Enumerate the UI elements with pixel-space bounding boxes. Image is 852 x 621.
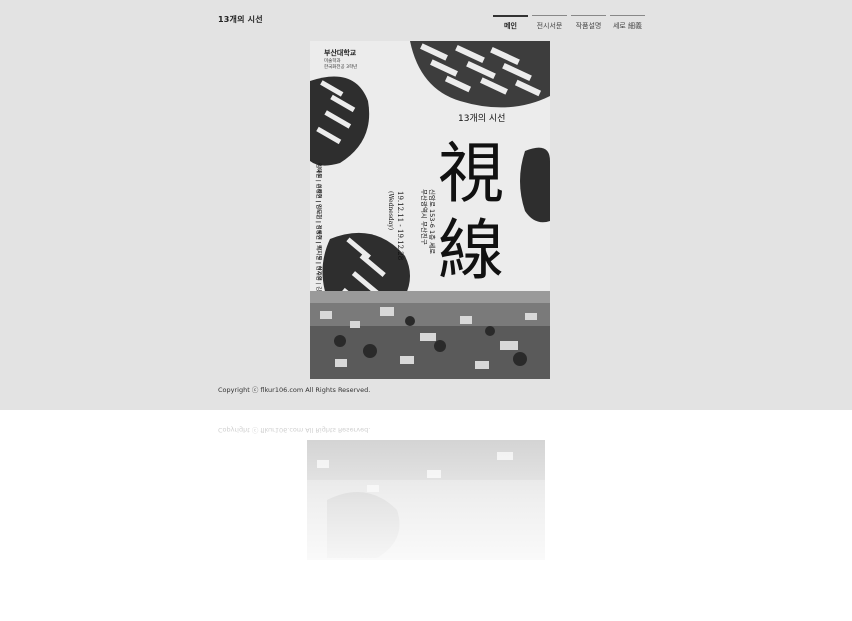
poster-venue-1: 부산광역시 부산진구 xyxy=(420,189,429,245)
nav-item-sero[interactable]: 세로 細義 xyxy=(610,15,645,31)
poster-title-char-2: 線 xyxy=(438,212,504,289)
nav-item-works[interactable]: 작품설명 xyxy=(571,15,606,31)
crowd-photo xyxy=(310,291,550,379)
footer-copyright: Copyright ⓒ flkur106.com All Rights Rese… xyxy=(218,386,371,394)
nav-item-main[interactable]: 메인 xyxy=(493,15,528,31)
main-nav: 메인 전시서문 작품설명 세로 細義 xyxy=(493,15,645,31)
site-header-area: 13개의 시선 메인 전시서문 작품설명 세로 細義 부산대학교 미술학과 한국… xyxy=(0,0,852,410)
poster-dept: 미술학과 xyxy=(324,57,341,64)
poster-subtitle: 13개의 시선 xyxy=(458,113,505,124)
poster-major: 한국화전공 3학년 xyxy=(324,63,357,70)
poster-title-char-1: 視 xyxy=(438,135,504,212)
page-reflection: Copyright ⓒ flkur106.com All Rights Rese… xyxy=(0,410,852,621)
poster-dates: 19.12.11 - 19.12.28 xyxy=(396,191,404,260)
exhibition-poster: 부산대학교 미술학과 한국화전공 3학년 13개의 시선 視 線 19.12.1… xyxy=(310,41,550,379)
site-brand[interactable]: 13개의 시선 xyxy=(218,14,263,25)
poster-school: 부산대학교 xyxy=(324,48,357,57)
poster-artists-2: 이혜원 | 이해원 | 임도희 | 정혜원 | 최지원 | 허수영 | 김 xyxy=(315,163,323,291)
poster-venue-2: 신암로 153-6 1층 세로 xyxy=(428,189,437,254)
reflection-fade xyxy=(0,410,852,621)
poster-weekday: (Wednesday) xyxy=(387,191,394,230)
nav-item-preface[interactable]: 전시서문 xyxy=(532,15,567,31)
